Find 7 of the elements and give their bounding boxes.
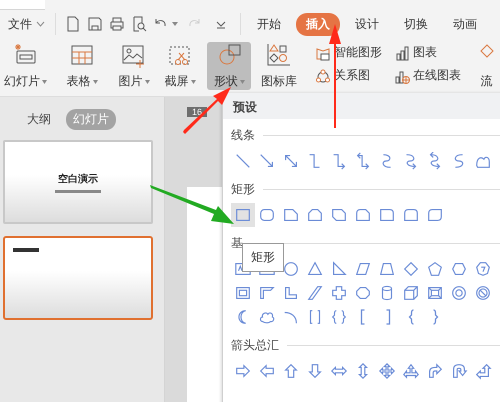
section-title: 矩形 <box>231 180 255 198</box>
tooltip: 矩形 <box>242 243 284 272</box>
slide-title: 空白演示 <box>58 172 98 186</box>
menu-header: 预设 <box>223 93 500 119</box>
section-title: 基 <box>231 234 243 252</box>
section-title: 线条 <box>231 126 255 144</box>
section-title: 箭头总汇 <box>231 336 279 354</box>
